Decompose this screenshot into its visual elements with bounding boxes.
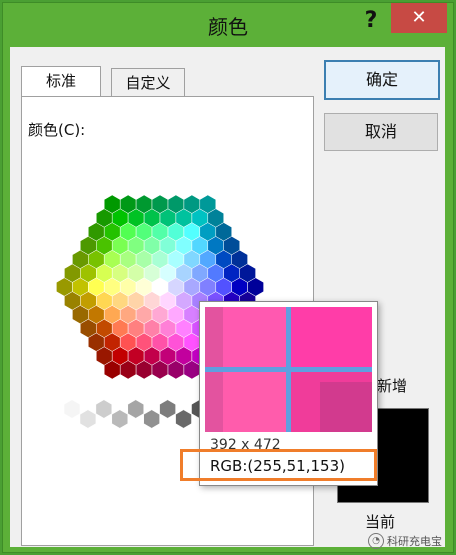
gray-swatch[interactable]: [63, 399, 81, 419]
dialog-title: 颜色: [208, 15, 248, 39]
rgb-highlight-box: [180, 449, 377, 481]
gray-swatch[interactable]: [127, 399, 144, 419]
ok-button[interactable]: 确定: [324, 60, 440, 100]
tab-custom[interactable]: 自定义: [111, 68, 185, 97]
watermark-text: 科研充电宝: [387, 535, 442, 548]
magnified-pixels: [205, 307, 372, 432]
new-color-label: 新增: [377, 377, 408, 395]
gray-swatch[interactable]: [95, 399, 113, 419]
gray-swatch[interactable]: [143, 409, 160, 429]
colors-label: 颜色(C):: [28, 121, 86, 139]
crosshair-horizontal: [205, 367, 372, 372]
close-button[interactable]: ✕: [391, 3, 447, 33]
gray-swatch[interactable]: [175, 409, 192, 429]
current-color-label: 当前: [365, 513, 396, 531]
help-button[interactable]: ?: [358, 6, 384, 36]
close-icon: ✕: [411, 7, 427, 28]
gray-swatch[interactable]: [159, 399, 176, 419]
cancel-button[interactable]: 取消: [324, 113, 438, 151]
wechat-icon: ◔: [368, 533, 384, 549]
gray-swatch[interactable]: [111, 409, 129, 429]
gray-swatch[interactable]: [79, 409, 97, 429]
color-dialog: 颜色 ? ✕ 标准 自定义 颜色(C): 确定 取消 新增 当前 392 x 4…: [2, 2, 454, 553]
title-bar[interactable]: 颜色 ? ✕: [3, 3, 453, 47]
tab-standard[interactable]: 标准: [21, 66, 101, 97]
watermark: ◔ 科研充电宝: [368, 533, 442, 549]
